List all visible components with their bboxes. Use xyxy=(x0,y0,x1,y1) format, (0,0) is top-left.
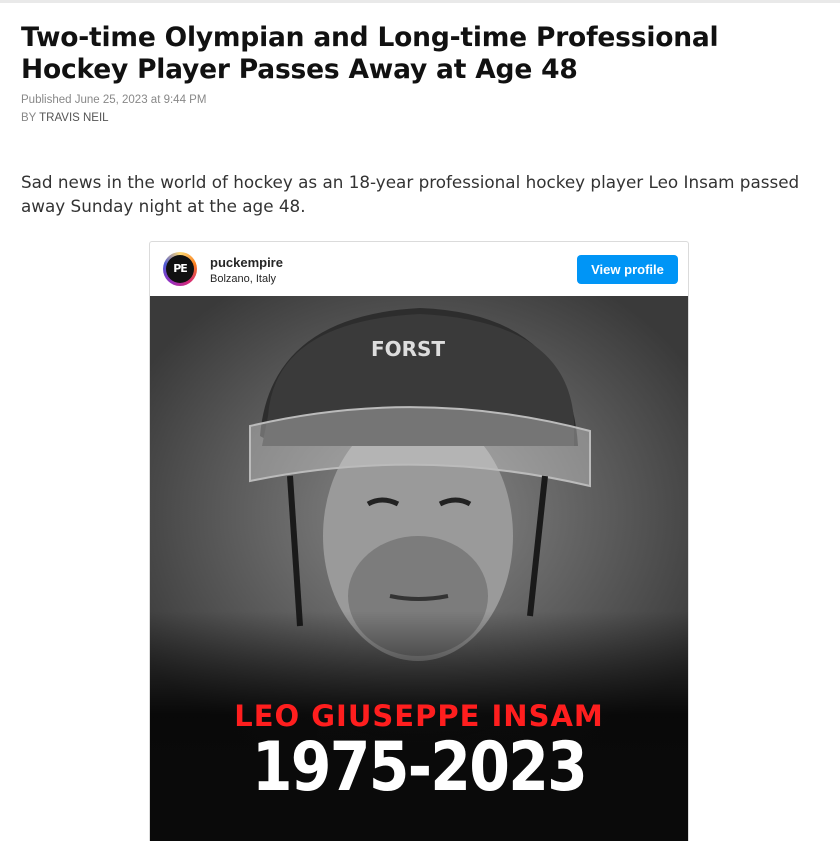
post-photo[interactable]: FORST LEO GIUSEPPE INSAM 1975-2023 xyxy=(150,296,688,841)
embed-location[interactable]: Bolzano, Italy xyxy=(210,273,276,285)
top-border xyxy=(0,0,840,3)
byline: BY TRAVIS NEIL xyxy=(21,112,109,124)
article-lead: Sad news in the world of hockey as an 18… xyxy=(21,172,800,216)
helmet-brand: FORST xyxy=(371,337,445,361)
avatar[interactable]: PE xyxy=(163,252,197,286)
view-profile-button[interactable]: View profile xyxy=(577,255,678,284)
embed-header: PE puckempire Bolzano, Italy View profil… xyxy=(150,242,688,296)
strap-left xyxy=(287,475,303,627)
caption-years: 1975-2023 xyxy=(251,728,588,807)
publish-date: Published June 25, 2023 at 9:44 PM xyxy=(21,94,207,106)
strap-right xyxy=(527,475,548,617)
byline-prefix: BY xyxy=(21,112,40,124)
embed-username[interactable]: puckempire xyxy=(210,255,283,270)
avatar-logo: PE xyxy=(166,255,194,283)
article-headline: Two-time Olympian and Long-time Professi… xyxy=(21,22,719,85)
instagram-embed: PE puckempire Bolzano, Italy View profil… xyxy=(149,241,689,841)
author-name[interactable]: TRAVIS NEIL xyxy=(39,112,108,124)
